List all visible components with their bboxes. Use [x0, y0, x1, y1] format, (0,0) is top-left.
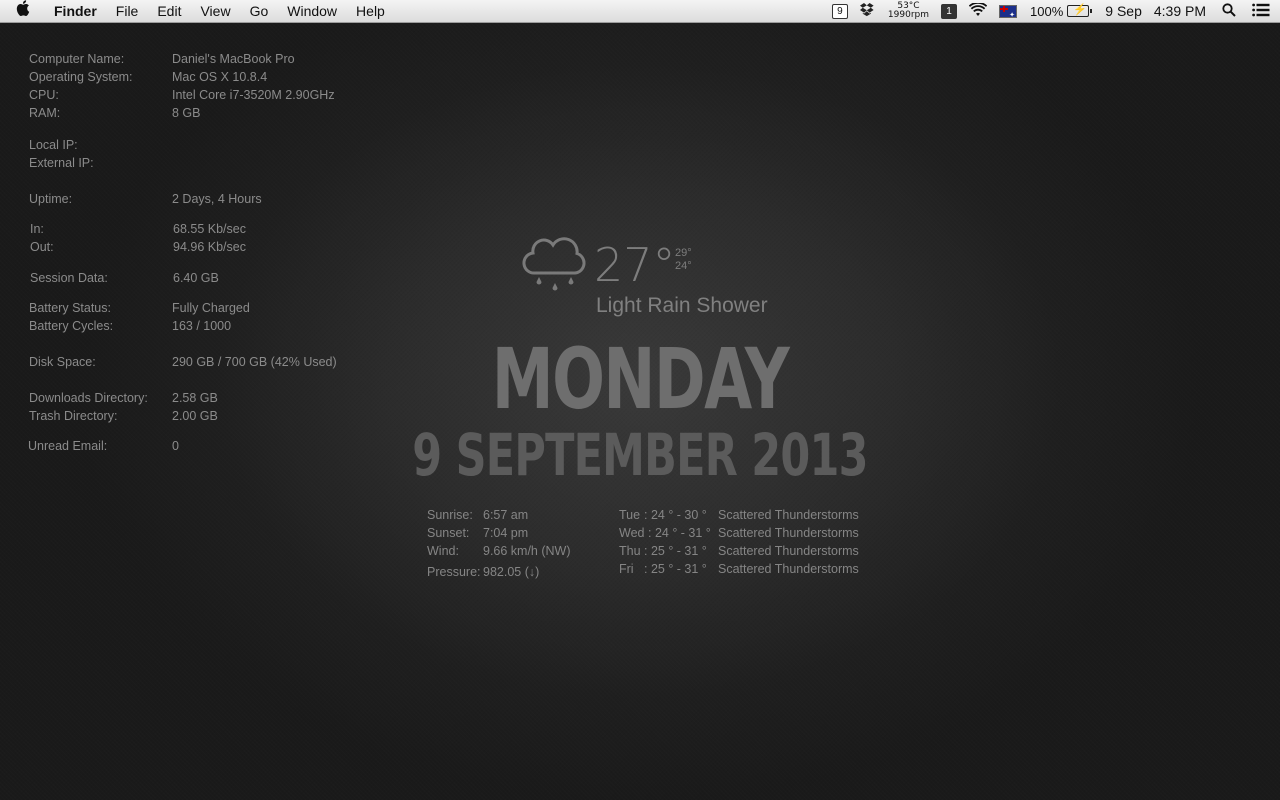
app-menu-finder[interactable]: Finder: [54, 0, 97, 22]
forecast-condition: Scattered Thunderstorms: [718, 508, 859, 522]
menu-clock[interactable]: 4:39 PM: [1154, 3, 1206, 19]
day-of-week: MONDAY: [491, 330, 790, 428]
info-value: Fully Charged: [172, 301, 250, 315]
forecast-day: Tue: [619, 508, 641, 522]
info-label: RAM:: [29, 106, 61, 120]
menu-bar-status: 9 53°C 1990rpm 1 100% ⚡ 9 Sep 4:39 PM: [820, 0, 1270, 22]
detail-value: 982.05 (↓): [483, 565, 540, 579]
detail-value: 7:04 pm: [483, 526, 529, 540]
input-source-flag-icon[interactable]: [999, 4, 1018, 19]
high-temperature: 29°: [675, 247, 692, 259]
info-value: Mac OS X 10.8.4: [172, 70, 268, 84]
info-value: Daniel's MacBook Pro: [172, 52, 295, 66]
weather-condition: Light Rain Shower: [596, 294, 768, 317]
info-label: In:: [30, 222, 44, 236]
detail-label: Sunset:: [427, 526, 470, 540]
menu-bar: Finder File Edit View Go Window Help 9 5…: [0, 0, 1280, 23]
wifi-icon[interactable]: [968, 1, 988, 20]
forecast-temps: : 24 ° - 31 °: [648, 526, 711, 540]
menu-window[interactable]: Window: [287, 0, 337, 22]
detail-value: 9.66 km/h (NW): [483, 544, 571, 558]
detail-value: 6:57 am: [483, 508, 529, 522]
info-label: Session Data:: [30, 271, 108, 285]
notification-center-icon[interactable]: [1252, 3, 1270, 20]
detail-label: Sunrise:: [427, 508, 473, 522]
battery-percent[interactable]: 100%: [1030, 4, 1063, 19]
menu-go[interactable]: Go: [250, 0, 269, 22]
info-label: Trash Directory:: [29, 409, 118, 423]
info-value: Intel Core i7-3520M 2.90GHz: [172, 88, 335, 102]
forecast-day: Fri: [619, 562, 634, 576]
forecast-condition: Scattered Thunderstorms: [718, 544, 859, 558]
apple-menu-icon[interactable]: [16, 0, 32, 23]
info-label: Battery Status:: [29, 301, 111, 315]
info-value: 8 GB: [172, 106, 201, 120]
forecast-day: Thu: [619, 544, 641, 558]
menu-view[interactable]: View: [200, 0, 230, 22]
info-value: 6.40 GB: [173, 271, 219, 285]
menu-file[interactable]: File: [116, 0, 139, 22]
info-label: Out:: [30, 240, 54, 254]
info-label: Unread Email:: [28, 439, 108, 453]
detail-label: Wind:: [427, 544, 459, 558]
temperature-monitor[interactable]: 53°C 1990rpm: [888, 2, 929, 20]
info-label: Disk Space:: [29, 355, 96, 369]
menu-edit[interactable]: Edit: [157, 0, 181, 22]
rain-cloud-icon: [521, 233, 589, 304]
forecast-condition: Scattered Thunderstorms: [718, 526, 859, 540]
forecast-temps: : 25 ° - 31 °: [644, 544, 707, 558]
info-label: Computer Name:: [29, 52, 125, 66]
menu-date[interactable]: 9 Sep: [1105, 3, 1142, 19]
forecast-condition: Scattered Thunderstorms: [718, 562, 859, 576]
dropbox-icon[interactable]: [859, 2, 876, 20]
info-label: Operating System:: [29, 70, 133, 84]
info-label: CPU:: [29, 88, 59, 102]
info-value: 2 Days, 4 Hours: [172, 192, 262, 206]
info-value: 94.96 Kb/sec: [173, 240, 246, 254]
detail-label: Pressure:: [427, 565, 481, 579]
info-label: Local IP:: [29, 138, 78, 152]
full-date: 9 SEPTEMBER 2013: [412, 421, 868, 489]
current-temperature: 27°: [594, 238, 676, 292]
one-password-icon[interactable]: 1: [941, 3, 958, 19]
spotlight-search-icon[interactable]: [1222, 2, 1236, 20]
info-value: 68.55 Kb/sec: [173, 222, 246, 236]
battery-icon[interactable]: ⚡: [1067, 4, 1093, 17]
info-label: Downloads Directory:: [29, 391, 148, 405]
info-label: External IP:: [29, 156, 94, 170]
forecast-temps: : 25 ° - 31 °: [644, 562, 707, 576]
info-label: Uptime:: [29, 192, 73, 206]
forecast-temps: : 24 ° - 30 °: [644, 508, 707, 522]
fan-speed: 1990rpm: [887, 10, 930, 20]
info-label: Battery Cycles:: [29, 319, 114, 333]
low-temperature: 24°: [675, 260, 692, 272]
calendar-icon[interactable]: 9: [831, 3, 848, 19]
menu-bar-left: Finder File Edit View Go Window Help: [16, 0, 404, 22]
high-low-temperature: 29° 24°: [675, 247, 692, 273]
forecast-day: Wed: [619, 526, 645, 540]
menu-help[interactable]: Help: [356, 0, 385, 22]
